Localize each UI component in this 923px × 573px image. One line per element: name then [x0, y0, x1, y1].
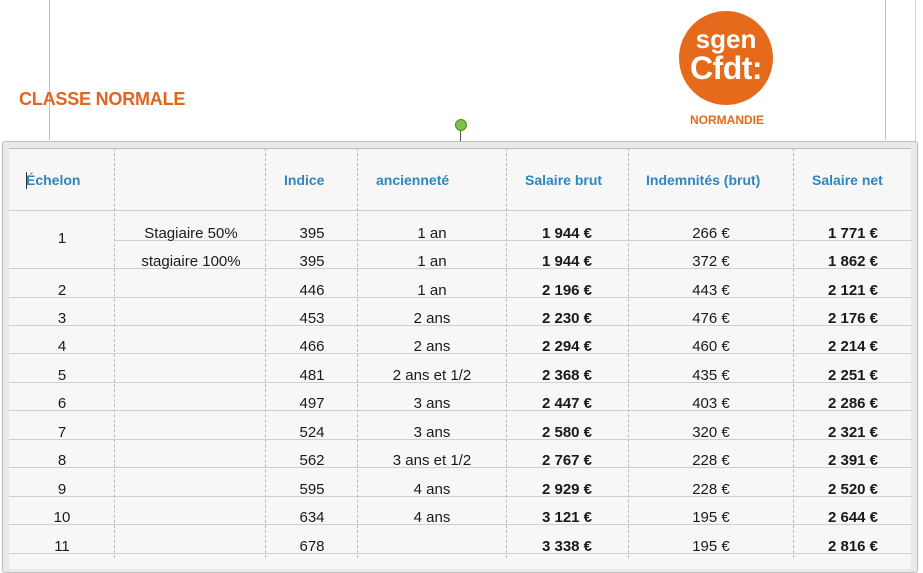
cell-indemnites: 228 € — [692, 481, 730, 498]
col-header-echelon: Échelon — [26, 172, 81, 188]
cell-anciennete: 2 ans — [413, 310, 451, 327]
cell-brut: 2 580 € — [541, 424, 593, 441]
cell-indemnites: 372 € — [692, 253, 730, 270]
cell-indemnites: 443 € — [692, 282, 730, 299]
col-header-indemnites: Indemnités (brut) — [646, 172, 761, 188]
cell-net: 2 391 € — [827, 452, 879, 469]
col-header-indice: Indice — [284, 172, 325, 188]
cell-echelon: 8 — [57, 452, 67, 469]
cell-echelon: 3 — [57, 310, 67, 327]
cell-indice: 634 — [299, 509, 325, 526]
cell-indice: 446 — [299, 282, 325, 299]
cell-net: 2 214 € — [827, 338, 879, 355]
cell-indemnites: 320 € — [692, 424, 730, 441]
col-header-salaire-brut: Salaire brut — [525, 172, 603, 188]
cell-indice: 395 — [299, 225, 325, 242]
cell-net: 2 176 € — [827, 310, 879, 327]
cell-echelon: 9 — [57, 481, 67, 498]
cell-echelon: 10 — [53, 509, 71, 526]
rotate-handle[interactable] — [455, 119, 467, 131]
cell-anciennete: 2 ans — [413, 338, 451, 355]
col-header-anciennete: ancienneté — [376, 172, 450, 188]
cell-echelon: 6 — [57, 395, 67, 412]
cell-anciennete: 1 an — [417, 282, 447, 299]
logo-region: NORMANDIE — [690, 113, 764, 127]
cell-net: 2 251 € — [827, 367, 879, 384]
cell-net: 2 816 € — [827, 538, 879, 555]
cell-net: 2 321 € — [827, 424, 879, 441]
cell-brut: 3 121 € — [541, 509, 593, 526]
cell-net: 2 520 € — [827, 481, 879, 498]
cell-net: 1 862 € — [827, 253, 879, 270]
cell-brut: 2 447 € — [541, 395, 593, 412]
logo-line-1: sgen — [695, 24, 757, 54]
margin-guide-right — [885, 0, 886, 140]
cell-brut: 1 944 € — [541, 225, 593, 242]
margin-guide-left — [49, 0, 50, 140]
cell-indice: 678 — [299, 538, 325, 555]
cell-anciennete: 3 ans — [413, 424, 451, 441]
sgen-cfdt-logo: sgen Cfdt: — [679, 11, 773, 105]
cell-brut: 3 338 € — [541, 538, 593, 555]
cell-brut: 2 368 € — [541, 367, 593, 384]
cell-indemnites: 228 € — [692, 452, 730, 469]
cell-note: stagiaire 100% — [141, 253, 241, 270]
cell-indice: 562 — [299, 452, 325, 469]
cell-brut: 2 196 € — [541, 282, 593, 299]
cell-indemnites: 195 € — [692, 509, 730, 526]
cell-net: 1 771 € — [827, 225, 879, 242]
cell-indice: 466 — [299, 338, 325, 355]
cell-anciennete: 1 an — [417, 225, 447, 242]
cell-indemnites: 403 € — [692, 395, 730, 412]
cell-net: 2 286 € — [827, 395, 879, 412]
cell-indemnites: 476 € — [692, 310, 730, 327]
cell-anciennete: 3 ans — [413, 395, 451, 412]
cell-echelon: 4 — [57, 338, 67, 355]
cell-indice: 524 — [299, 424, 325, 441]
cell-brut: 1 944 € — [541, 253, 593, 270]
cell-indemnites: 266 € — [692, 225, 730, 242]
cell-note: Stagiaire 50% — [144, 225, 238, 242]
salary-table[interactable] — [9, 148, 911, 569]
cell-indice: 481 — [299, 367, 325, 384]
cell-brut: 2 929 € — [541, 481, 593, 498]
text-cursor — [26, 172, 27, 189]
logo-line-2: Cfdt: — [689, 50, 763, 86]
cell-net: 2 644 € — [827, 509, 879, 526]
cell-anciennete: 3 ans et 1/2 — [392, 452, 472, 469]
cell-indice: 595 — [299, 481, 325, 498]
cell-net: 2 121 € — [827, 282, 879, 299]
row-divider — [9, 210, 912, 211]
cell-echelon: 1 — [57, 230, 67, 247]
cell-echelon: 5 — [57, 367, 67, 384]
cell-indice: 453 — [299, 310, 325, 327]
cell-brut: 2 767 € — [541, 452, 593, 469]
cell-anciennete: 2 ans et 1/2 — [392, 367, 472, 384]
cell-brut: 2 294 € — [541, 338, 593, 355]
page-title: CLASSE NORMALE — [19, 89, 186, 109]
cell-echelon: 7 — [57, 424, 67, 441]
cell-anciennete: 4 ans — [413, 481, 451, 498]
cell-indemnites: 460 € — [692, 338, 730, 355]
cell-indice: 395 — [299, 253, 325, 270]
cell-indemnites: 435 € — [692, 367, 730, 384]
cell-brut: 2 230 € — [541, 310, 593, 327]
cell-anciennete: 4 ans — [413, 509, 451, 526]
cell-indemnites: 195 € — [692, 538, 730, 555]
cell-indice: 497 — [299, 395, 325, 412]
col-header-salaire-net: Salaire net — [812, 172, 883, 188]
cell-echelon: 11 — [54, 538, 70, 555]
cell-anciennete: 1 an — [417, 253, 447, 270]
cell-echelon: 2 — [57, 282, 67, 299]
